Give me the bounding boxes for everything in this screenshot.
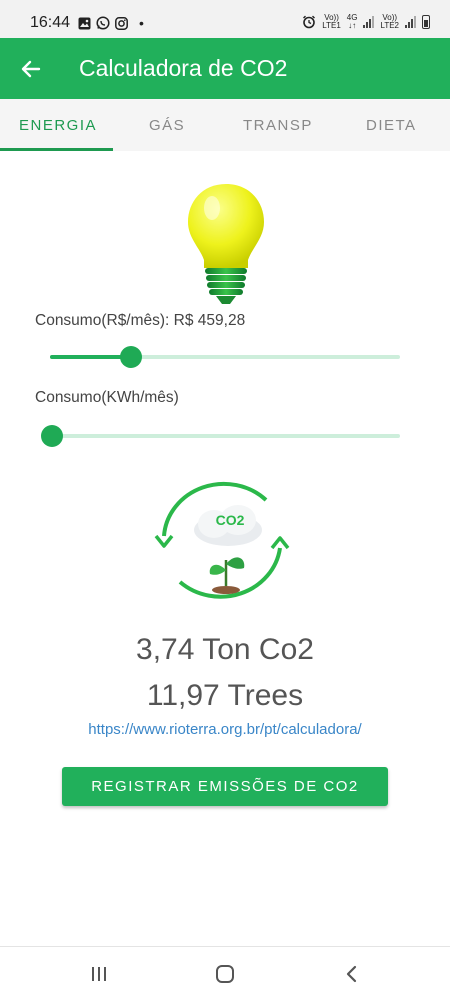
tab-energia[interactable]: ENERGIA xyxy=(19,117,97,134)
tab-transp[interactable]: TRANSP xyxy=(243,117,313,134)
arrow-back-icon xyxy=(21,60,41,78)
consumo-kwh-slider[interactable] xyxy=(41,424,400,448)
co2-cycle-icon: CO2 xyxy=(154,481,290,599)
back-icon xyxy=(346,965,357,983)
tab-bar: ENERGIA GÁS TRANSP DIETA xyxy=(0,99,450,151)
navigation-bar xyxy=(0,946,450,1000)
trees-result: 11,97 Trees xyxy=(146,679,304,712)
tab-indicator xyxy=(0,148,113,151)
alarm-icon xyxy=(303,15,316,29)
consumo-reais-slider[interactable] xyxy=(50,345,400,369)
home-button[interactable] xyxy=(211,961,239,987)
sim1-label: Vo)) LTE1 xyxy=(322,13,341,30)
tab-dieta[interactable]: DIETA xyxy=(366,117,417,134)
register-emissions-button[interactable]: REGISTRAR EMISSÕES DE CO2 xyxy=(62,767,388,806)
co2-graphic-text: CO2 xyxy=(216,512,245,528)
light-bulb-icon xyxy=(188,184,264,304)
slider-track xyxy=(52,434,400,438)
status-bar: 16:44 • Vo)) LTE1 4G ↓↑ Vo)) LTE2 xyxy=(0,0,450,38)
home-icon xyxy=(216,965,234,983)
whatsapp-icon xyxy=(96,16,110,30)
sim2-label: Vo)) LTE2 xyxy=(380,13,399,30)
signal-2-icon xyxy=(405,16,416,28)
slider-thumb[interactable] xyxy=(119,346,142,368)
page-title: Calculadora de CO2 xyxy=(79,55,288,81)
rioterra-link[interactable]: https://www.rioterra.org.br/pt/calculado… xyxy=(0,721,450,738)
status-time: 16:44 xyxy=(30,14,71,31)
gallery-icon xyxy=(78,17,91,29)
recent-apps-icon xyxy=(92,967,106,981)
consumo-kwh-label: Consumo(KWh/mês) xyxy=(35,389,179,406)
instagram-icon xyxy=(115,16,128,30)
co2-result: 3,74 Ton Co2 xyxy=(136,633,314,666)
system-back-button[interactable] xyxy=(337,961,365,987)
tab-gas[interactable]: GÁS xyxy=(149,117,185,134)
notification-icons: • xyxy=(78,15,144,31)
signal-1-icon xyxy=(363,16,375,28)
network-label: 4G ↓↑ xyxy=(346,13,358,30)
recent-apps-button[interactable] xyxy=(85,961,113,987)
app-bar: Calculadora de CO2 xyxy=(0,38,450,99)
consumo-reais-label: Consumo(R$/mês): R$ 459,28 xyxy=(35,312,246,329)
slider-thumb[interactable] xyxy=(41,425,63,447)
notification-dot: • xyxy=(139,15,144,31)
battery-icon xyxy=(422,15,430,29)
system-icons: Vo)) LTE1 4G ↓↑ Vo)) LTE2 xyxy=(302,14,430,30)
back-button[interactable] xyxy=(14,52,48,86)
slider-fill xyxy=(50,355,131,359)
